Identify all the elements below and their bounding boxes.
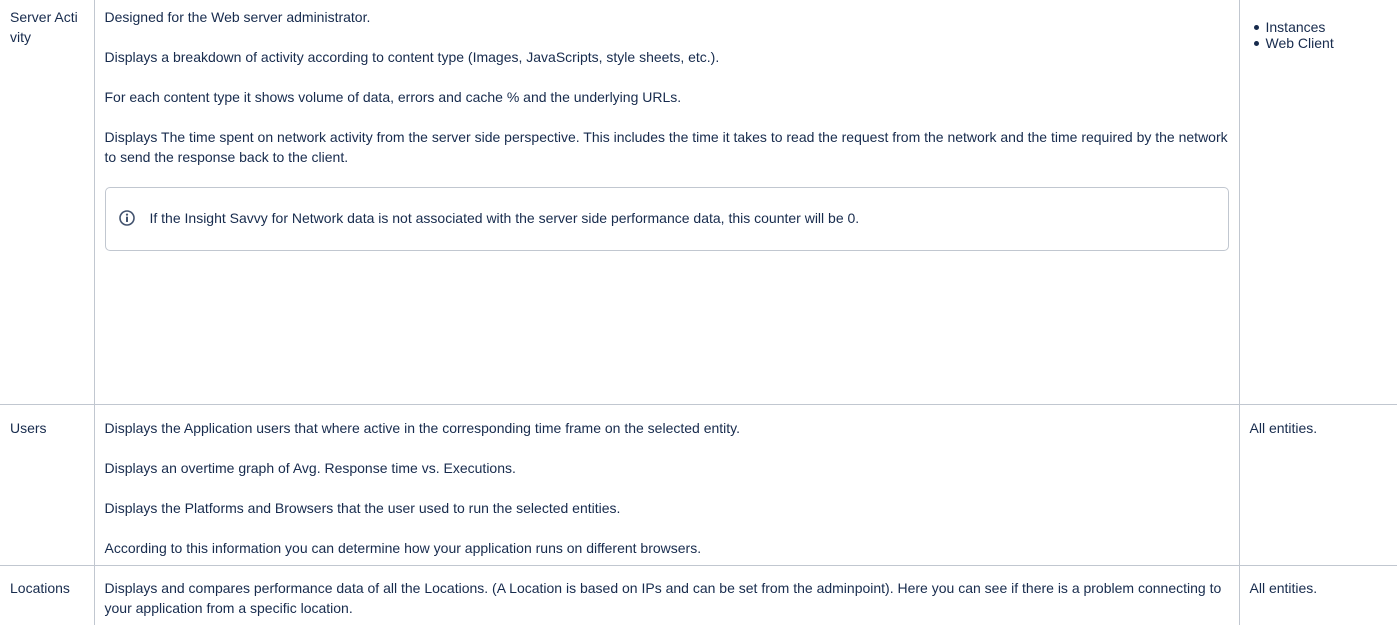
row-name: Users — [10, 419, 47, 436]
description-paragraph: Displays the Application users that wher… — [104, 419, 741, 436]
table-row: Users Displays the Application users tha… — [0, 403, 1397, 566]
description-paragraph: Displays and compares performance data o… — [104, 579, 1222, 616]
row-name-cell: Server Activity — [0, 0, 95, 405]
row-name: Server Activity — [10, 9, 78, 45]
applies-text: All entities. — [1249, 419, 1318, 436]
list-item: Instances — [1253, 19, 1388, 35]
description-paragraph: According to this information you can de… — [104, 539, 702, 556]
row-applies-cell: All entities. — [1238, 564, 1397, 625]
list-item: Web Client — [1253, 35, 1388, 51]
row-applies-cell: All entities. — [1238, 403, 1397, 566]
row-name-cell: Locations — [0, 564, 95, 625]
row-name-cell: Users — [0, 403, 95, 566]
feature-table: Server Activity Designed for the Web ser… — [0, 0, 1397, 625]
row-description-cell: Displays and compares performance data o… — [93, 564, 1240, 625]
applies-list: Instances Web Client — [1250, 19, 1388, 51]
info-circle-icon — [118, 210, 135, 226]
applies-text: All entities. — [1249, 579, 1318, 596]
description-paragraph: Displays The time spent on network activ… — [104, 129, 1228, 165]
description-paragraph: Displays a breakdown of activity accordi… — [104, 49, 720, 65]
description-paragraph: Displays an overtime graph of Avg. Respo… — [104, 459, 516, 476]
table-row: Locations Displays and compares performa… — [0, 564, 1397, 625]
row-name: Locations — [10, 579, 70, 596]
description-paragraph: For each content type it shows volume of… — [104, 89, 682, 105]
info-panel: If the Insight Savvy for Network data is… — [104, 187, 1229, 251]
row-applies-cell: Instances Web Client — [1238, 0, 1397, 405]
table-row: Server Activity Designed for the Web ser… — [0, 0, 1397, 405]
info-note: If the Insight Savvy for Network data is… — [149, 210, 860, 226]
description-paragraph: Designed for the Web server administrato… — [104, 9, 371, 25]
row-description-cell: Displays the Application users that wher… — [93, 403, 1240, 566]
row-description-cell: Designed for the Web server administrato… — [93, 0, 1240, 405]
description-paragraph: Displays the Platforms and Browsers that… — [104, 499, 621, 516]
